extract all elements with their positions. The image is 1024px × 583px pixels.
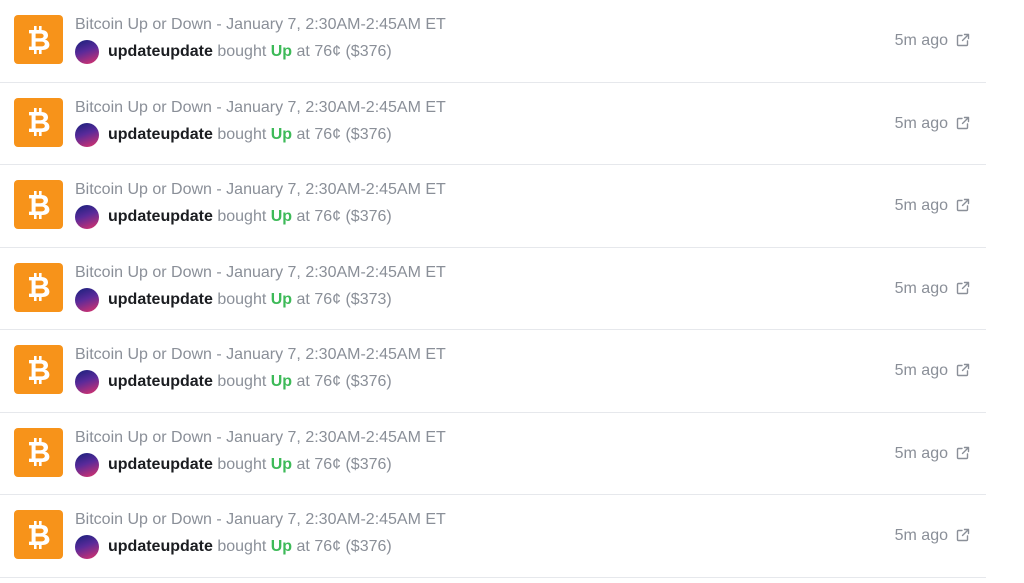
market-title[interactable]: Bitcoin Up or Down - January 7, 2:30AM-2… (75, 428, 446, 448)
activity-description: updateupdate bought Up at 76¢ ($376) (75, 40, 392, 64)
market-title[interactable]: Bitcoin Up or Down - January 7, 2:30AM-2… (75, 510, 446, 530)
market-title[interactable]: Bitcoin Up or Down - January 7, 2:30AM-2… (75, 345, 446, 365)
user-avatar[interactable] (75, 40, 99, 64)
market-title[interactable]: Bitcoin Up or Down - January 7, 2:30AM-2… (75, 263, 446, 283)
amount-text: ($376) (345, 538, 392, 555)
activity-row[interactable]: Bitcoin Up or Down - January 7, 2:30AM-2… (0, 83, 986, 165)
price-text: 76¢ (314, 538, 342, 555)
external-link-icon[interactable] (956, 281, 970, 295)
bitcoin-icon[interactable] (14, 15, 63, 64)
bitcoin-icon[interactable] (14, 180, 63, 229)
bitcoin-icon[interactable] (14, 427, 63, 477)
timestamp: 5m ago (894, 197, 948, 214)
username-link[interactable]: updateupdate (108, 126, 213, 144)
bitcoin-icon[interactable] (14, 345, 63, 394)
connector-text: at (296, 43, 310, 60)
username-link[interactable]: updateupdate (108, 291, 213, 309)
username-link[interactable]: updateupdate (108, 538, 213, 556)
outcome-label: Up (270, 125, 293, 143)
action-text: bought (217, 538, 267, 555)
amount-text: ($376) (345, 208, 392, 225)
activity-description: updateupdate bought Up at 76¢ ($376) (75, 370, 392, 394)
user-avatar[interactable] (75, 287, 99, 312)
external-link-icon[interactable] (956, 33, 970, 47)
amount-text: ($376) (345, 455, 392, 473)
price-text: 76¢ (314, 125, 342, 143)
action-text: bought (217, 208, 267, 225)
activity-description: updateupdate bought Up at 76¢ ($376) (75, 205, 392, 229)
outcome-label: Up (270, 208, 293, 225)
activity-row[interactable]: Bitcoin Up or Down - January 7, 2:30AM-2… (0, 495, 986, 578)
action-text: bought (217, 43, 267, 60)
user-avatar[interactable] (75, 370, 99, 394)
activity-row[interactable]: Bitcoin Up or Down - January 7, 2:30AM-2… (0, 330, 986, 413)
activity-row[interactable]: Bitcoin Up or Down - January 7, 2:30AM-2… (0, 0, 986, 83)
timestamp: 5m ago (894, 279, 948, 297)
timestamp: 5m ago (894, 444, 948, 462)
username-link[interactable]: updateupdate (108, 456, 213, 474)
connector-text: at (296, 373, 310, 390)
action-text: bought (217, 373, 267, 390)
activity-row[interactable]: Bitcoin Up or Down - January 7, 2:30AM-2… (0, 413, 986, 495)
timestamp: 5m ago (894, 32, 948, 49)
bitcoin-icon[interactable] (14, 510, 63, 559)
activity-row[interactable]: Bitcoin Up or Down - January 7, 2:30AM-2… (0, 248, 986, 330)
username-link[interactable]: updateupdate (108, 43, 213, 61)
user-avatar[interactable] (75, 122, 99, 147)
activity-description: updateupdate bought Up at 76¢ ($373) (75, 287, 392, 312)
outcome-label: Up (270, 455, 293, 473)
activity-description: updateupdate bought Up at 76¢ ($376) (75, 535, 392, 559)
user-avatar[interactable] (75, 205, 99, 229)
outcome-label: Up (270, 538, 293, 555)
activity-row[interactable]: Bitcoin Up or Down - January 7, 2:30AM-2… (0, 165, 986, 248)
amount-text: ($373) (345, 290, 392, 308)
price-text: 76¢ (314, 455, 342, 473)
amount-text: ($376) (345, 373, 392, 390)
action-text: bought (217, 125, 267, 143)
external-link-icon[interactable] (956, 528, 970, 542)
bitcoin-icon[interactable] (14, 262, 63, 312)
timestamp: 5m ago (894, 114, 948, 132)
action-text: bought (217, 455, 267, 473)
price-text: 76¢ (314, 373, 342, 390)
timestamp: 5m ago (894, 362, 948, 379)
activity-feed: Bitcoin Up or Down - January 7, 2:30AM-2… (0, 0, 986, 578)
market-title[interactable]: Bitcoin Up or Down - January 7, 2:30AM-2… (75, 180, 446, 200)
connector-text: at (296, 125, 310, 143)
amount-text: ($376) (345, 43, 392, 60)
market-title[interactable]: Bitcoin Up or Down - January 7, 2:30AM-2… (75, 15, 446, 35)
external-link-icon[interactable] (956, 198, 970, 212)
outcome-label: Up (270, 290, 293, 308)
external-link-icon[interactable] (956, 446, 970, 460)
username-link[interactable]: updateupdate (108, 373, 213, 391)
connector-text: at (296, 538, 310, 555)
market-title[interactable]: Bitcoin Up or Down - January 7, 2:30AM-2… (75, 98, 446, 118)
price-text: 76¢ (314, 208, 342, 225)
user-avatar[interactable] (75, 452, 99, 477)
price-text: 76¢ (314, 290, 342, 308)
connector-text: at (296, 290, 310, 308)
user-avatar[interactable] (75, 535, 99, 559)
outcome-label: Up (270, 43, 293, 60)
outcome-label: Up (270, 373, 293, 390)
username-link[interactable]: updateupdate (108, 208, 213, 226)
connector-text: at (296, 208, 310, 225)
activity-description: updateupdate bought Up at 76¢ ($376) (75, 452, 392, 477)
external-link-icon[interactable] (956, 116, 970, 130)
price-text: 76¢ (314, 43, 342, 60)
external-link-icon[interactable] (956, 363, 970, 377)
action-text: bought (217, 290, 267, 308)
bitcoin-icon[interactable] (14, 97, 63, 147)
timestamp: 5m ago (894, 527, 948, 544)
connector-text: at (296, 455, 310, 473)
activity-description: updateupdate bought Up at 76¢ ($376) (75, 122, 392, 147)
amount-text: ($376) (345, 125, 392, 143)
